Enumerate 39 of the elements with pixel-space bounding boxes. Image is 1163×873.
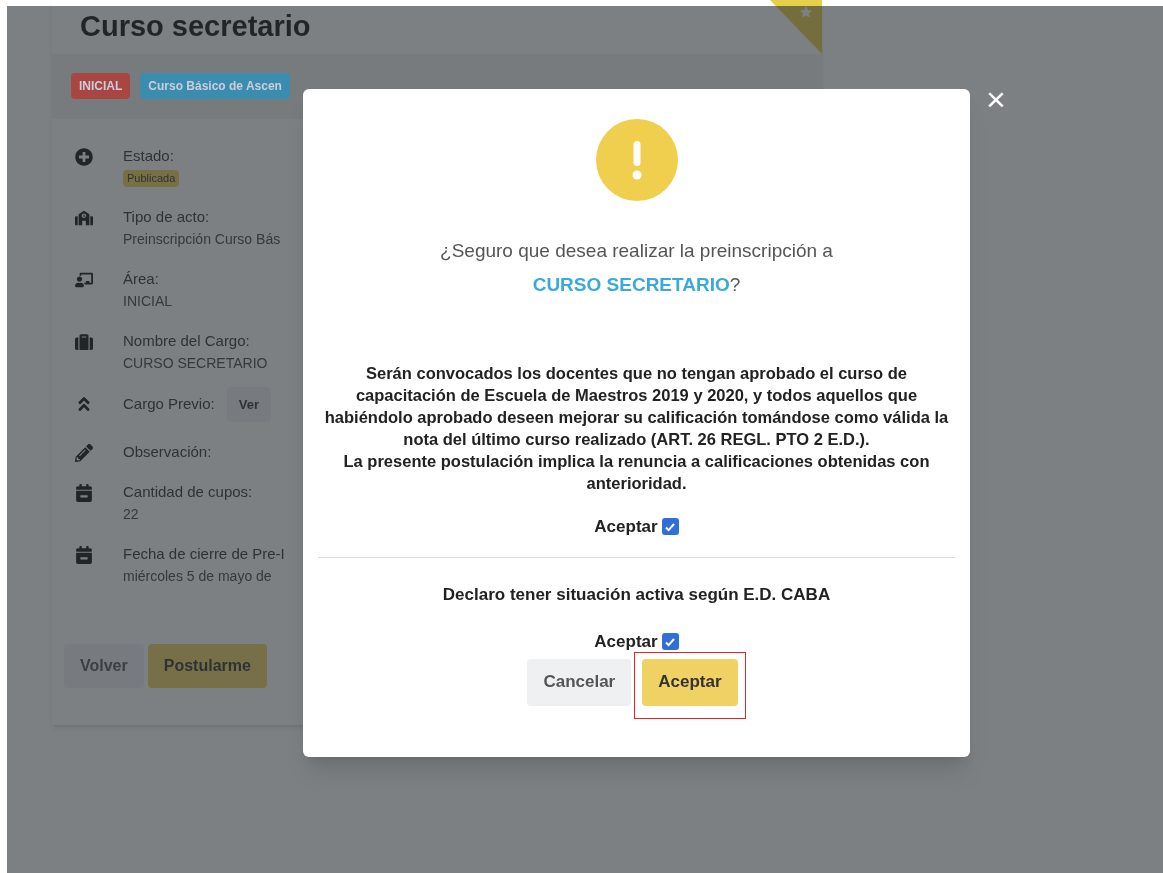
view-button[interactable]: Ver (226, 386, 271, 422)
detail-label: Tipo de acto: (123, 206, 211, 227)
detail-label: Área: (123, 268, 160, 289)
detail-value: Preinscripción Curso Bás (123, 229, 281, 249)
question-text: ¿Seguro que desea realizar la preinscripción a CURSO SECRETARIO? (439, 239, 834, 297)
page-title: Curso secretario (80, 9, 311, 45)
notice-paragraph: Serán convocados los docentes que no tengan aprobado el curso de capacitación de Escuela de Maestros 2019 y 2020, y todos aquellos que habiéndolo aprobado deseen mejorar su calificación tomándose como válida la nota del último curso realizado (ART. 26 REGL. PTO 2 E.D.). (323, 363, 950, 450)
detail-value: CURSO SECRETARIO (123, 353, 268, 373)
checkbox[interactable] (661, 633, 679, 651)
detail-value: miércoles 5 de mayo de (123, 567, 273, 586)
apply-button[interactable]: Postularme (147, 644, 267, 688)
calendar-icon (75, 484, 93, 502)
warning-icon (595, 119, 678, 201)
detail-label: Nombre del Cargo: (123, 330, 251, 351)
detail-label: Cargo Previo: (123, 394, 215, 415)
checkbox-label: Aceptar (594, 631, 658, 653)
building-icon (75, 208, 93, 227)
cancel-button[interactable]: Cancelar (527, 658, 632, 706)
checkbox[interactable] (661, 518, 679, 536)
accept-button[interactable]: Aceptar (642, 658, 738, 706)
notice-paragraph: La presente postulación implica la renuncia a calificaciones obtenidas con anterioridad. (342, 451, 931, 494)
double-chevron-up-icon (75, 394, 93, 413)
tag: INICIAL (71, 73, 131, 99)
suitcase-icon (75, 332, 93, 351)
detail-label: Cantidad de cupos: (123, 482, 253, 502)
status-badge: Publicada (123, 170, 180, 187)
detail-label: Observación: (123, 442, 212, 462)
pencil-icon (75, 444, 93, 462)
detail-label: Estado: (123, 146, 175, 166)
detail-label: Fecha de cierre de Pre-I (123, 544, 285, 564)
close-button[interactable]: × (982, 82, 1010, 112)
detail-value: INICIAL (123, 291, 172, 311)
back-button[interactable]: Volver (64, 644, 144, 688)
teacher-board-icon (75, 270, 93, 289)
detail-value: 22 (123, 505, 140, 524)
declaration-text: Declaro tener situación activa según E.D. CABA (442, 583, 831, 606)
checkbox-label: Aceptar (594, 516, 658, 538)
tag: Curso Básico de Ascen (140, 73, 290, 99)
calendar-icon (75, 546, 93, 564)
